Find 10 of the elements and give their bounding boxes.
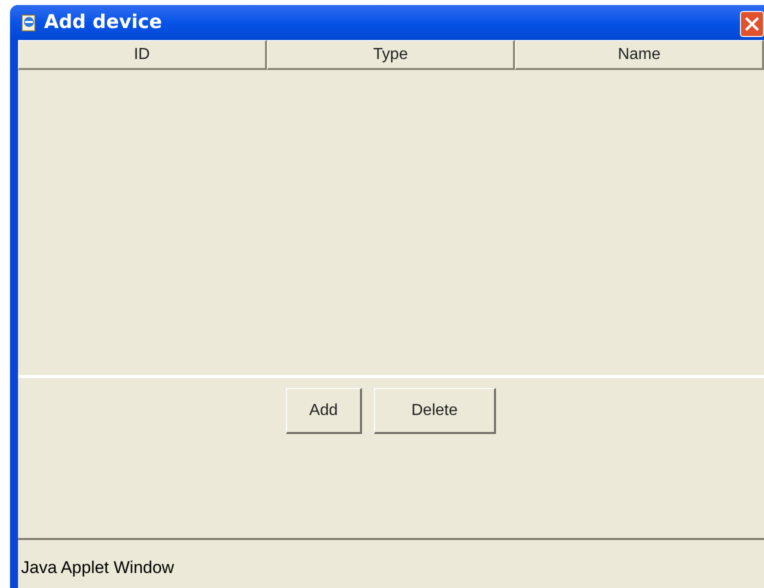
action-button[interactable]: Delete	[374, 388, 496, 434]
action-button[interactable]: Add	[286, 388, 362, 434]
column-header[interactable]: Name	[515, 40, 764, 70]
column-header[interactable]: Type	[266, 40, 516, 70]
close-button[interactable]	[740, 10, 764, 36]
close-icon	[744, 16, 760, 32]
window-title: Add device	[44, 10, 162, 36]
column-header[interactable]: ID	[18, 40, 267, 70]
app-icon	[20, 14, 38, 32]
status-text: Java Applet Window	[21, 556, 174, 578]
